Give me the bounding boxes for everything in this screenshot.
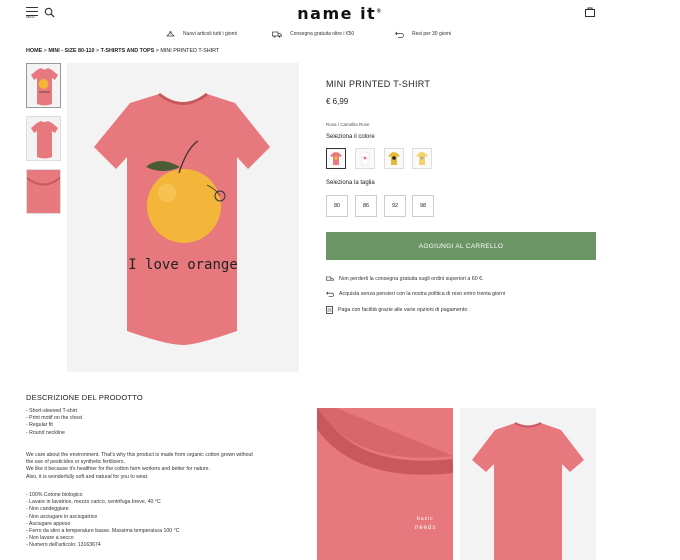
care-item: - Numero dell'articolo: 13163674: [26, 542, 101, 549]
thumbnail-front[interactable]: [26, 63, 61, 108]
print-text: I love orange: [128, 257, 238, 273]
care-item: - Ferro da stiro a temperature basse. Ma…: [26, 528, 180, 535]
tshirt-front-image: I love orange: [94, 92, 270, 345]
size-select-label: Seleziona la taglia: [326, 180, 375, 186]
size-option-80[interactable]: 80: [326, 195, 348, 217]
add-to-cart-button[interactable]: AGGIUNGI AL CARRELLO: [326, 232, 596, 260]
label-text-line-1: basic: [417, 516, 434, 522]
label-text-line-2: needs: [415, 525, 436, 531]
pink-tshirt-swatch-image: [330, 152, 342, 165]
thumbnail-detail[interactable]: [26, 169, 61, 214]
info-text: Paga con facilità grazie alle varie opzi…: [338, 307, 468, 313]
paragraph-line: Also, it is wonderfully soft and natural…: [26, 473, 149, 480]
tshirt-back-view-image: [472, 422, 584, 560]
usp-free-delivery: Consegna gratuita oltre i €50: [272, 28, 354, 40]
fabric-detail-thumbnail-image: [27, 176, 60, 186]
usp-text: Resi per 30 giorni: [412, 31, 452, 37]
product-title: MINI PRINTED T-SHIRT: [326, 79, 431, 89]
color-swatch-light-yellow[interactable]: [412, 148, 432, 169]
brand-logo[interactable]: name it®: [0, 4, 680, 23]
feature-item: - Round neckline: [26, 429, 65, 436]
logo-trademark: ®: [376, 8, 383, 15]
main-product-image[interactable]: I love orange: [67, 63, 299, 372]
info-text: Acquista senza pensieri con la nostra po…: [339, 291, 506, 297]
truck-icon: [326, 276, 334, 281]
yellow-tshirt-swatch-image: [388, 152, 400, 165]
neckline-detail-image: basic needs: [317, 408, 453, 531]
breadcrumb: HOME > MINI - SIZE 80-110 > T-SHIRTS AND…: [26, 48, 219, 54]
product-price: € 6,99: [326, 97, 349, 106]
info-payment: Paga con facilità grazie alle varie opzi…: [326, 306, 467, 314]
feature-list: - Short-sleeved T-shirt - Print motif on…: [26, 408, 306, 437]
tshirt-thumbnail-image: [31, 68, 58, 106]
care-item: - Non asciugare in asciugatrice: [26, 513, 98, 520]
care-item: - Non candeggiare: [26, 506, 69, 513]
feature-item: - Regular fit: [26, 422, 53, 429]
usp-returns: Resi per 30 giorni: [395, 28, 451, 40]
feature-item: - Print motif on the chest: [26, 415, 83, 422]
tshirt-back-thumbnail-image: [31, 121, 58, 159]
info-text: Non perderti la consegna gratuita sugli …: [339, 276, 484, 282]
size-option-86[interactable]: 86: [355, 195, 377, 217]
description-title: DESCRIZIONE DEL PRODOTTO: [26, 393, 143, 402]
breadcrumb-home[interactable]: HOME: [26, 48, 42, 54]
selected-color-name: Rosa / Camellia Rose: [326, 122, 370, 127]
usp-text: Nuovi articoli tutti i giorni: [183, 31, 238, 37]
usp-new-items: Nuovi articoli tutti i giorni: [166, 28, 237, 40]
color-swatch-white[interactable]: [355, 148, 375, 169]
color-swatch-yellow[interactable]: [384, 148, 404, 169]
care-item: - Lavare in lavatrice, mezzo carico, cen…: [26, 499, 161, 506]
shopping-bag-icon[interactable]: [584, 6, 596, 18]
card-icon: [326, 306, 333, 314]
usp-text: Consegna gratuita oltre i €50: [290, 31, 355, 37]
info-free-delivery: Non perderti la consegna gratuita sugli …: [326, 276, 484, 282]
breadcrumb-mini[interactable]: MINI - SIZE 80-110: [48, 48, 94, 54]
care-item: - Asciugare appeso: [26, 520, 71, 527]
return-icon: [326, 291, 334, 297]
feature-item: - Short-sleeved T-shirt: [26, 408, 77, 414]
white-tshirt-swatch-image: [358, 151, 372, 166]
paragraph-line: the use of pesticides or synthetic ferti…: [26, 459, 125, 466]
breadcrumb-current: MINI PRINTED T-SHIRT: [160, 48, 220, 54]
paragraph-line: We like it because it's healthier for th…: [26, 466, 210, 473]
thumbnail-back[interactable]: [26, 116, 61, 161]
description-paragraph: We care about the environment. That's wh…: [26, 452, 306, 481]
return-icon: [395, 31, 404, 38]
fabric-detail-photo: basic needs: [317, 408, 453, 560]
color-swatch-pink[interactable]: [326, 148, 346, 169]
logo-text: name it: [297, 4, 377, 23]
color-select-label: Seleziona il colore: [326, 134, 375, 140]
site-header: MENU name it®: [0, 0, 680, 26]
breadcrumb-tshirts[interactable]: T-SHIRTS AND TOPS: [101, 48, 155, 54]
paragraph-line: We care about the environment. That's wh…: [26, 452, 253, 458]
care-item: - Non lavare a secco: [26, 535, 74, 542]
truck-icon: [272, 31, 282, 38]
care-item: - 100% Cotone biologico: [26, 492, 83, 498]
info-returns: Acquista senza pensieri con la nostra po…: [326, 291, 505, 297]
hanger-icon: [166, 30, 175, 36]
size-option-98[interactable]: 98: [412, 195, 434, 217]
back-view-photo: [460, 408, 596, 560]
care-list: - 100% Cotone biologico - Lavare in lava…: [26, 492, 306, 550]
light-yellow-tshirt-swatch-image: [416, 152, 428, 165]
size-option-92[interactable]: 92: [384, 195, 406, 217]
